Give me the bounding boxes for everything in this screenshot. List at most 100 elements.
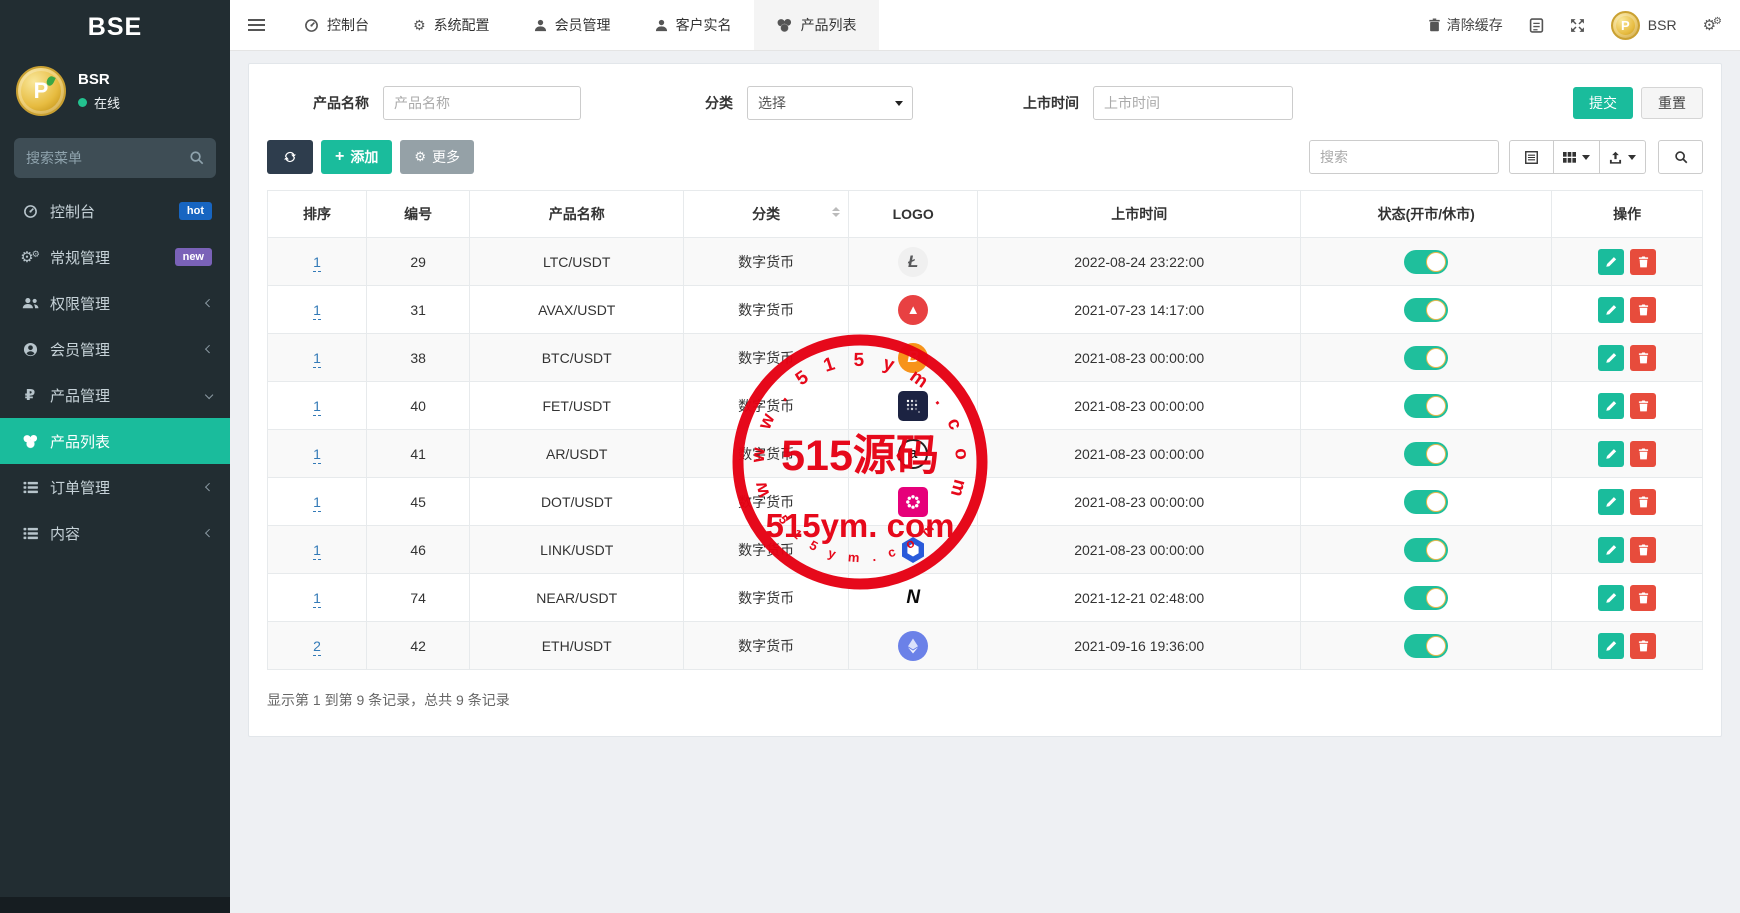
nav-tab-4[interactable]: 产品列表 xyxy=(754,0,879,50)
litecoin-icon: Ł xyxy=(898,247,928,277)
column-header[interactable]: 分类 xyxy=(684,191,849,238)
nav-tab-3[interactable]: 客户实名 xyxy=(633,0,754,50)
sort-link[interactable]: 1 xyxy=(313,542,321,560)
nav-tab-1[interactable]: ⚙ 系统配置 xyxy=(391,0,512,50)
reset-button[interactable]: 重置 xyxy=(1641,87,1703,119)
user-circle-icon xyxy=(18,342,42,357)
sidebar-search-input[interactable] xyxy=(14,138,216,178)
table-header-row: 排序编号产品名称分类LOGO上市时间状态(开市/休市)操作 xyxy=(268,191,1703,238)
online-status-label: 在线 xyxy=(94,93,120,112)
edit-button[interactable] xyxy=(1598,633,1624,659)
nav-tab-2[interactable]: 会员管理 xyxy=(512,0,633,50)
list-icon xyxy=(18,527,42,540)
near-icon: N xyxy=(898,583,928,613)
main-area: 控制台 ⚙ 系统配置 会员管理 客户实名 产品列表 清除缓存 xyxy=(230,0,1740,913)
edit-button[interactable] xyxy=(1598,537,1624,563)
category-cell: 数字货币 xyxy=(684,382,849,430)
category-select[interactable]: 选择 xyxy=(747,86,913,120)
logo-cell xyxy=(849,382,978,430)
fullscreen-icon[interactable] xyxy=(1570,18,1585,33)
ruble-icon: ₽ xyxy=(18,386,42,404)
sidebar-item-7[interactable]: 内容 xyxy=(0,510,230,556)
sidebar-item-6[interactable]: 订单管理 xyxy=(0,464,230,510)
more-button[interactable]: ⚙更多 xyxy=(400,140,474,174)
gears-icon: ⚙⚙ xyxy=(18,248,42,266)
sidebar-search xyxy=(14,138,216,178)
name-cell: ETH/USDT xyxy=(470,622,684,670)
export-button[interactable] xyxy=(1600,140,1646,174)
sort-link[interactable]: 1 xyxy=(313,350,321,368)
sidebar-item-1[interactable]: ⚙⚙ 常规管理 new xyxy=(0,234,230,280)
sidebar-item-3[interactable]: 会员管理 xyxy=(0,326,230,372)
user-menu[interactable]: P BSR xyxy=(1611,11,1677,40)
delete-button[interactable] xyxy=(1630,489,1656,515)
chevron-left-icon xyxy=(205,299,214,308)
sort-link[interactable]: 1 xyxy=(313,494,321,512)
toggle-knob xyxy=(1426,492,1446,512)
sort-link[interactable]: 1 xyxy=(313,446,321,464)
delete-button[interactable] xyxy=(1630,297,1656,323)
nav-tab-0[interactable]: 控制台 xyxy=(282,0,391,50)
table-row: 1 40 FET/USDT 数字货币 2021-08-23 00:00:00 xyxy=(268,382,1703,430)
edit-button[interactable] xyxy=(1598,297,1624,323)
settings-gears-icon[interactable]: ⚙⚙ xyxy=(1703,16,1722,34)
status-toggle[interactable] xyxy=(1404,538,1448,562)
sidebar-item-4[interactable]: ₽ 产品管理 xyxy=(0,372,230,418)
sidebar-item-5[interactable]: 产品列表 xyxy=(0,418,230,464)
view-buttons-group xyxy=(1509,140,1646,174)
add-button[interactable]: +添加 xyxy=(321,140,392,174)
sidebar-item-0[interactable]: 控制台 hot xyxy=(0,188,230,234)
delete-button[interactable] xyxy=(1630,393,1656,419)
delete-button[interactable] xyxy=(1630,345,1656,371)
name-cell: LTC/USDT xyxy=(470,238,684,286)
status-toggle[interactable] xyxy=(1404,442,1448,466)
name-cell: AVAX/USDT xyxy=(470,286,684,334)
sort-link[interactable]: 2 xyxy=(313,638,321,656)
edit-button[interactable] xyxy=(1598,393,1624,419)
table-search-input[interactable] xyxy=(1309,140,1499,174)
delete-button[interactable] xyxy=(1630,537,1656,563)
status-toggle[interactable] xyxy=(1404,250,1448,274)
status-toggle[interactable] xyxy=(1404,346,1448,370)
sort-link[interactable]: 1 xyxy=(313,302,321,320)
sort-link[interactable]: 1 xyxy=(313,254,321,272)
nav-tab-label: 控制台 xyxy=(327,15,369,35)
toolbar-right xyxy=(1309,140,1703,174)
sort-link[interactable]: 1 xyxy=(313,398,321,416)
detail-view-button[interactable] xyxy=(1509,140,1554,174)
column-header: 编号 xyxy=(367,191,470,238)
status-toggle[interactable] xyxy=(1404,298,1448,322)
launch-time-input[interactable] xyxy=(1093,86,1293,120)
time-cell: 2021-08-23 00:00:00 xyxy=(978,334,1301,382)
status-toggle[interactable] xyxy=(1404,394,1448,418)
delete-button[interactable] xyxy=(1630,633,1656,659)
edit-button[interactable] xyxy=(1598,345,1624,371)
edit-button[interactable] xyxy=(1598,441,1624,467)
language-icon[interactable] xyxy=(1529,18,1544,33)
search-button[interactable] xyxy=(1658,140,1703,174)
status-toggle[interactable] xyxy=(1404,586,1448,610)
name-cell: LINK/USDT xyxy=(470,526,684,574)
refresh-button[interactable] xyxy=(267,140,313,174)
sort-link[interactable]: 1 xyxy=(313,590,321,608)
edit-button[interactable] xyxy=(1598,585,1624,611)
status-toggle[interactable] xyxy=(1404,490,1448,514)
delete-button[interactable] xyxy=(1630,441,1656,467)
status-toggle[interactable] xyxy=(1404,634,1448,658)
table-body: 1 29 LTC/USDT 数字货币 Ł 2022-08-24 23:22:00… xyxy=(268,238,1703,670)
menu-toggle-icon[interactable] xyxy=(230,0,282,50)
table-row: 1 45 DOT/USDT 数字货币 2021-08-23 00:00:00 xyxy=(268,478,1703,526)
columns-button[interactable] xyxy=(1554,140,1600,174)
delete-button[interactable] xyxy=(1630,249,1656,275)
sidebar-item-label: 常规管理 xyxy=(50,247,175,268)
edit-button[interactable] xyxy=(1598,249,1624,275)
sidebar-item-label: 产品列表 xyxy=(50,431,212,452)
product-name-input[interactable] xyxy=(383,86,581,120)
plus-icon: + xyxy=(335,148,344,166)
delete-button[interactable] xyxy=(1630,585,1656,611)
submit-button[interactable]: 提交 xyxy=(1573,87,1633,119)
edit-button[interactable] xyxy=(1598,489,1624,515)
clear-cache-button[interactable]: 清除缓存 xyxy=(1428,15,1503,35)
sidebar-item-2[interactable]: 权限管理 xyxy=(0,280,230,326)
filter-row: 产品名称 分类 选择 上市时间 提交 重置 xyxy=(249,64,1721,126)
